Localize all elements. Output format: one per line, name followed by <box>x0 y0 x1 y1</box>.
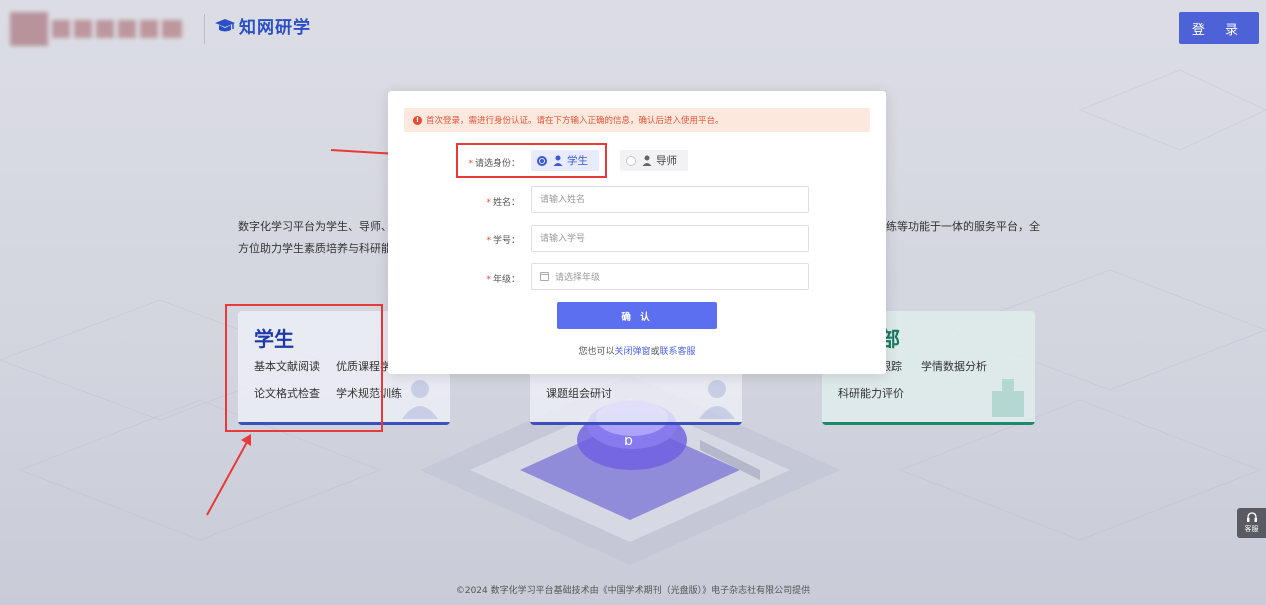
card-accent-bar <box>822 422 1035 425</box>
grade-label: * 年级： <box>486 275 520 285</box>
footer-prefix: 您也可以 <box>578 347 615 357</box>
student-watermark-icon <box>402 380 438 419</box>
student-id-input[interactable] <box>531 225 809 252</box>
exclamation-icon: ! <box>413 115 422 125</box>
card-accent-bar <box>530 422 742 425</box>
role-option-mentor[interactable]: 导师 <box>620 150 688 171</box>
copyright: ©2024 数字化学习平台基础技术由《中国学术期刊（光盘版）》电子杂志社有限公司… <box>455 586 811 596</box>
svg-text:ɒ: ɒ <box>624 433 633 449</box>
feature-item: 科研能力评价 <box>838 387 904 400</box>
customer-service-button[interactable]: 客服 <box>1237 508 1266 538</box>
close-popup-link[interactable]: 关闭弹窗 <box>614 347 650 357</box>
first-login-notice: ! 首次登录，需进行身份认证。请在下方输入正确的信息，确认后进入使用平台。 <box>404 108 870 132</box>
person-icon <box>642 155 652 166</box>
notice-text: 首次登录，需进行身份认证。请在下方输入正确的信息，确认后进入使用平台。 <box>426 116 724 126</box>
name-label: * 姓名： <box>486 198 520 208</box>
footer-or: 或 <box>650 347 660 357</box>
grade-placeholder: 请选择年级 <box>555 273 601 283</box>
headset-icon <box>1246 512 1257 522</box>
login-button[interactable]: 登 录 <box>1179 12 1259 44</box>
graduation-cap-icon <box>215 18 235 31</box>
annotation-box-student-card <box>225 304 383 432</box>
intro-text-right: 练等功能于一体的服务平台，全 <box>886 220 1040 233</box>
intro-text-left: 数字化学习平台为学生、导师、方位助力学生素质培养与科研能 <box>238 220 392 255</box>
grade-select[interactable]: 请选择年级 <box>531 263 809 290</box>
brand-logo: 知网研学 <box>214 13 311 38</box>
header-divider <box>204 14 205 44</box>
student-id-label: * 学号： <box>486 236 520 246</box>
identity-verification-modal: ! 首次登录，需进行身份认证。请在下方输入正确的信息，确认后进入使用平台。 * 请… <box>388 91 886 374</box>
confirm-button[interactable]: 确 认 <box>557 302 717 329</box>
feature-item: 课题组会研讨 <box>546 387 612 400</box>
header: 知网研学 登 录 <box>0 0 1266 55</box>
service-label: 客服 <box>1244 525 1259 533</box>
calendar-icon <box>540 272 549 281</box>
radio-unselected-icon <box>626 155 636 166</box>
feature-item: 学情数据分析 <box>921 360 987 373</box>
building-watermark-icon <box>992 379 1024 417</box>
annotation-box-role <box>456 143 607 178</box>
contact-support-link[interactable]: 联系客服 <box>660 347 696 357</box>
name-input[interactable] <box>531 186 809 213</box>
blurred-brand <box>10 12 190 46</box>
mentor-watermark-icon <box>699 380 735 419</box>
role-option-label: 导师 <box>656 155 677 167</box>
modal-footer: 您也可以关闭弹窗或联系客服 <box>388 344 886 357</box>
brand-logo-text: 知网研学 <box>239 18 311 38</box>
